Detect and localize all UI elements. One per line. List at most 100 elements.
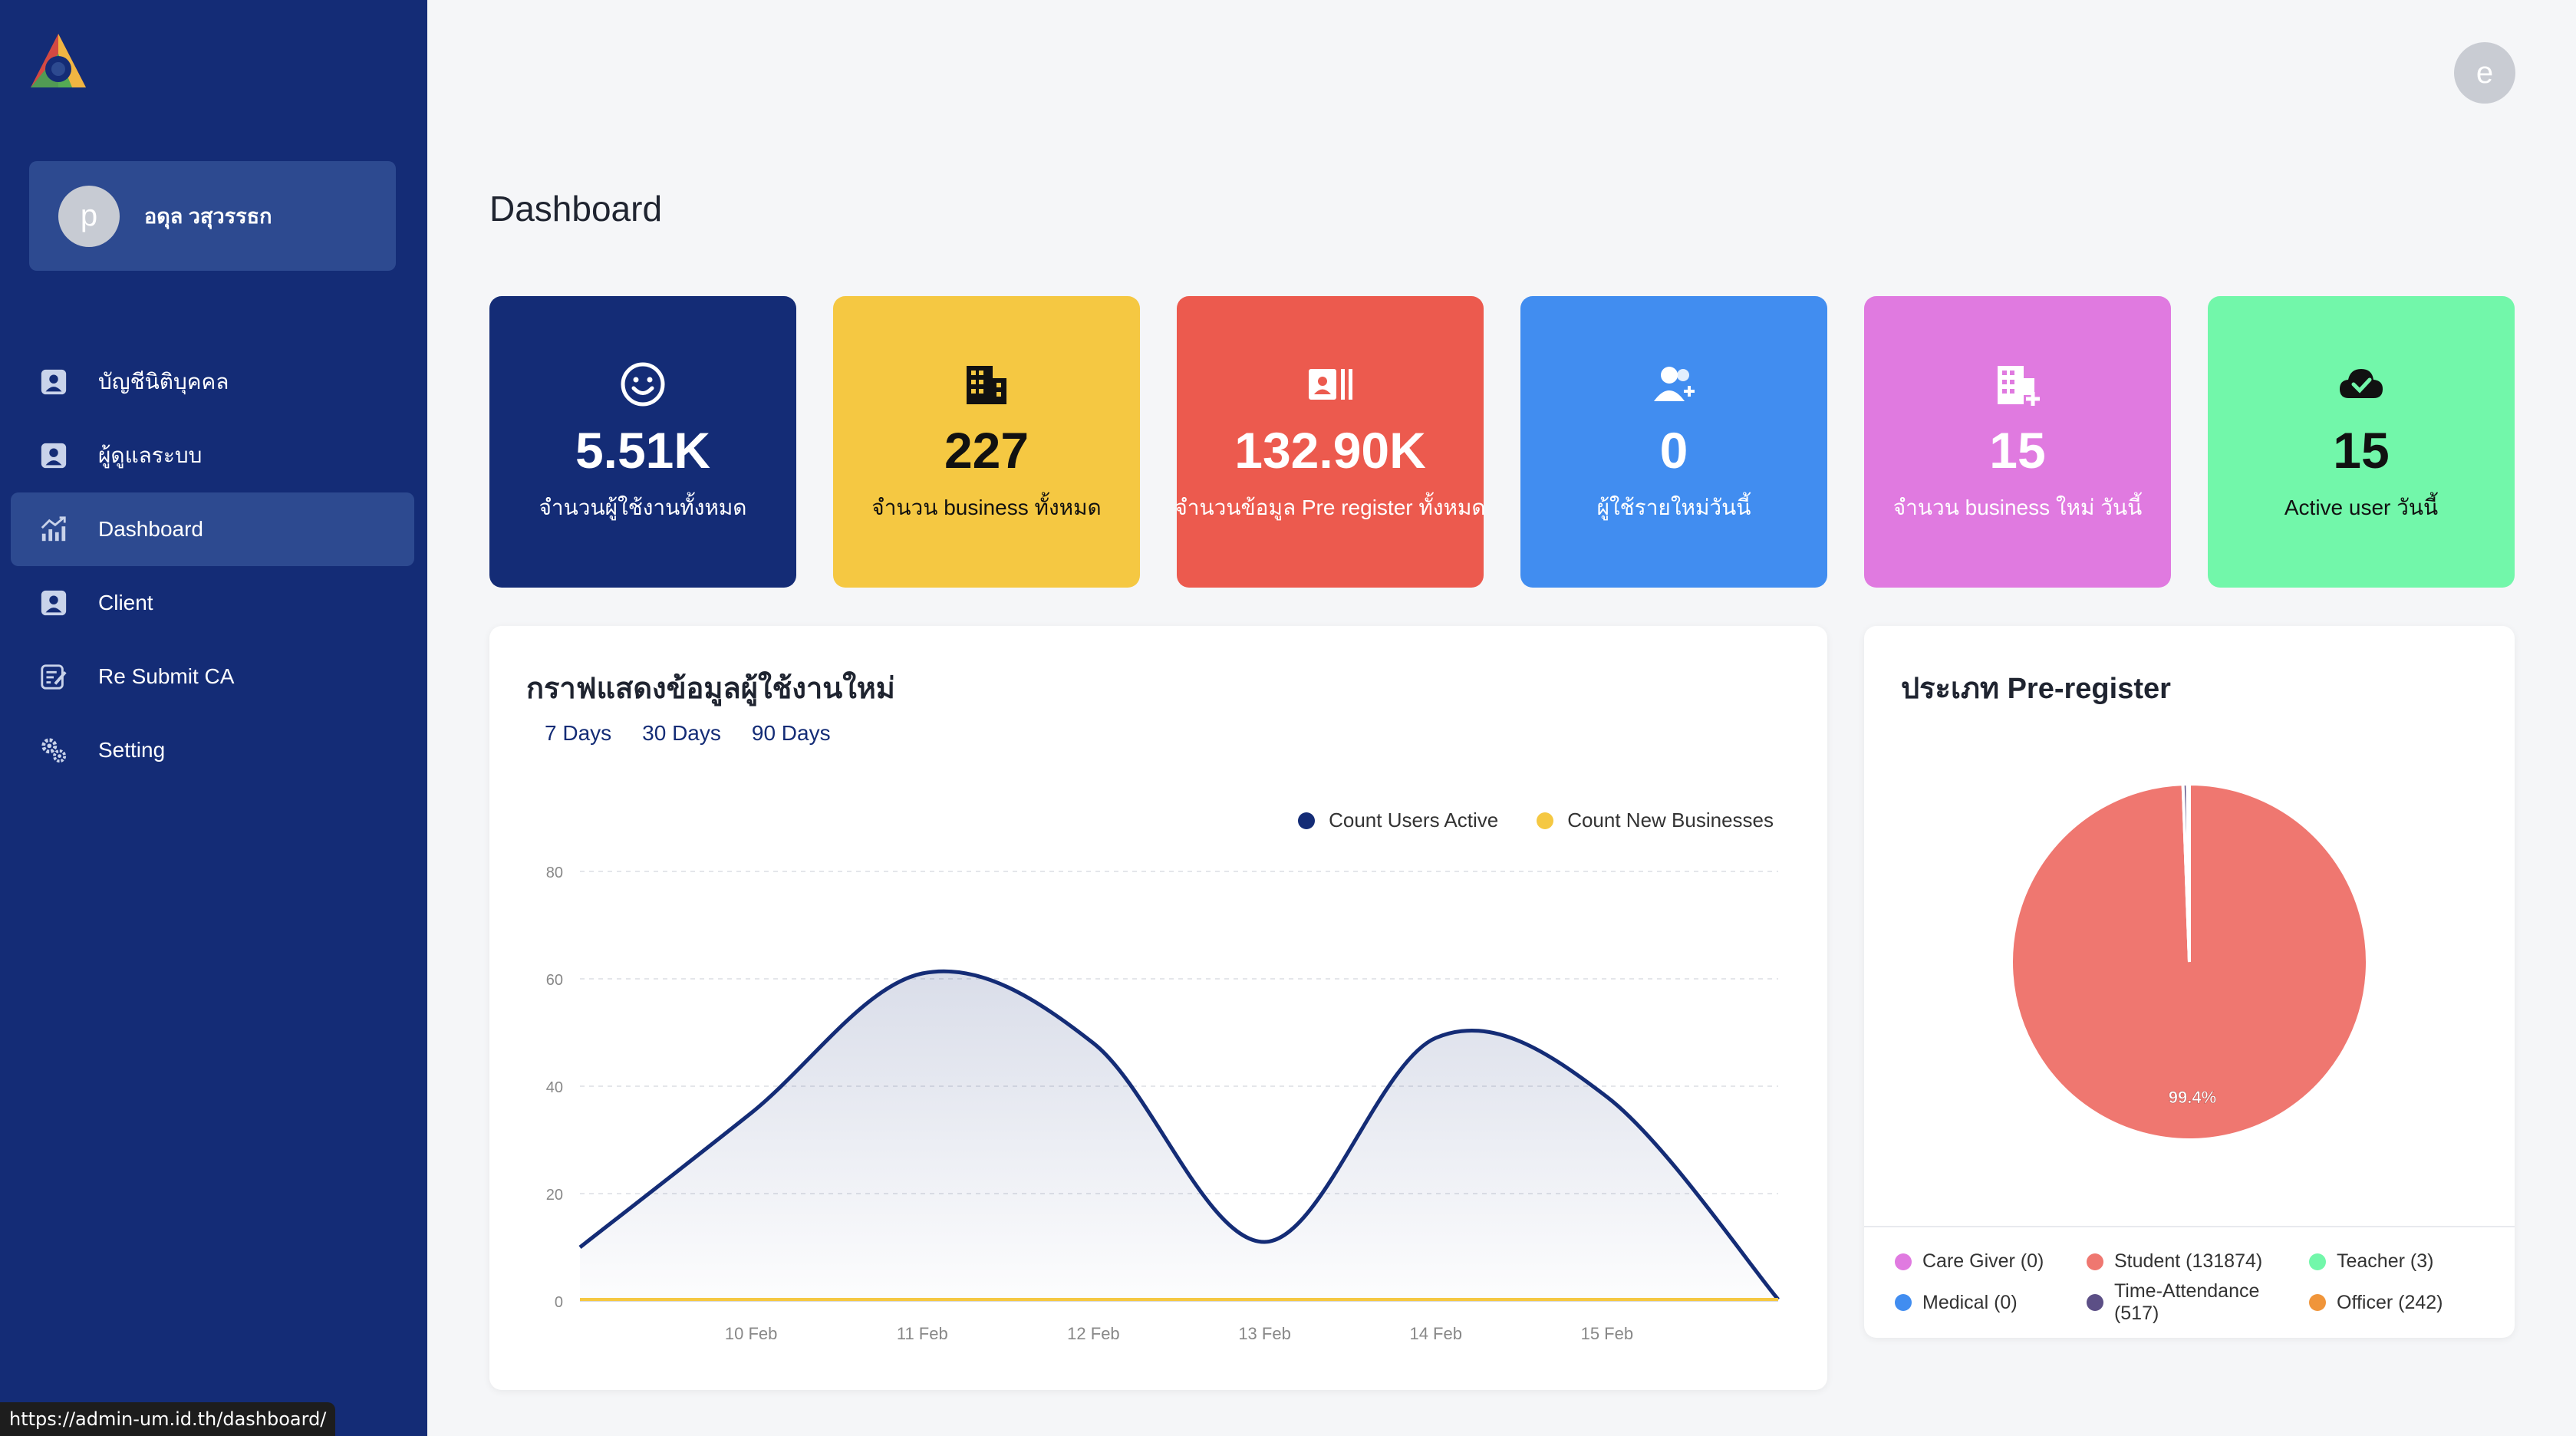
profile-name: อดุล วสุวรรธก: [144, 205, 272, 228]
pie-legend-item[interactable]: Officer (242): [2309, 1280, 2501, 1325]
user-plus-icon: [1647, 357, 1701, 411]
pie-legend: Care Giver (0) Student (131874) Teacher (3…: [1895, 1250, 2501, 1325]
status-bar-url: https://admin-um.id.th/dashboard/: [0, 1402, 336, 1436]
stat-label: ผู้ใช้รายใหม่วันนี้: [1596, 496, 1751, 519]
chart-growth-icon: [38, 514, 69, 545]
pie-chart: 99.4%: [2010, 782, 2369, 1141]
divider: [1864, 1226, 2515, 1227]
x-tick-label: 15 Feb: [1581, 1324, 1634, 1343]
gears-icon: [38, 735, 69, 766]
profile-card[interactable]: p อดุล วสุวรรธก: [29, 161, 396, 271]
legend-label: Medical (0): [1922, 1291, 2018, 1313]
pie-legend-item[interactable]: Time-Attendance (517): [2087, 1280, 2309, 1325]
stat-card-total-users[interactable]: 5.51K จำนวนผู้ใช้งานทั้งหมด: [489, 296, 796, 588]
pre-register-type-panel: 99.4% ประเภท Pre-register Care Giver (0)…: [1864, 626, 2515, 1338]
user-badge-icon: [38, 367, 69, 397]
stat-card-active-users-today[interactable]: 15 Active user วันนี้: [2208, 296, 2515, 588]
stat-card-pre-register[interactable]: 132.90K จำนวนข้อมูล Pre register ทั้งหมด: [1174, 296, 1486, 588]
stat-label: Active user วันนี้: [2284, 496, 2439, 519]
edit-form-icon: [38, 661, 69, 692]
legend-label: Care Giver (0): [1922, 1250, 2044, 1272]
pie-legend-item[interactable]: Medical (0): [1895, 1280, 2087, 1325]
y-tick-label: 20: [546, 1187, 563, 1204]
legend-label: Student (131874): [2114, 1250, 2263, 1272]
user-badge-icon: [38, 440, 69, 471]
range-tab-7-days[interactable]: 7 Days: [545, 721, 611, 746]
smile-icon: [616, 357, 670, 411]
legend-dot: [1895, 1253, 1912, 1270]
legend-label: Officer (242): [2337, 1291, 2443, 1313]
stat-value: 0: [1659, 422, 1688, 479]
stat-card-new-users-today[interactable]: 0 ผู้ใช้รายใหม่วันนี้: [1520, 296, 1827, 588]
stat-value: 15: [1989, 422, 2046, 479]
sidebar-item-label: Dashboard: [98, 517, 203, 541]
stat-label: จำนวน business ทั้งหมด: [871, 496, 1102, 519]
stat-label: จำนวนผู้ใช้งานทั้งหมด: [539, 496, 747, 519]
pie-legend-item[interactable]: Teacher (3): [2309, 1250, 2501, 1273]
range-tabs: 7 Days 30 Days 90 Days: [545, 721, 831, 746]
sidebar-item-setting[interactable]: Setting: [11, 713, 414, 787]
chart-title: กราฟแสดงข้อมูลผู้ใช้งานใหม่: [526, 673, 895, 705]
y-tick-label: 40: [546, 1079, 563, 1096]
building-plus-icon: [1991, 357, 2044, 411]
building-icon: [960, 357, 1013, 411]
stat-value: 227: [944, 422, 1029, 479]
pie-legend-item[interactable]: Student (131874): [2087, 1250, 2309, 1273]
legend-dot: [2309, 1253, 2326, 1270]
range-tab-90-days[interactable]: 90 Days: [752, 721, 831, 746]
legend-item-new-businesses[interactable]: Count New Businesses: [1537, 809, 1774, 832]
sidebar-item-client[interactable]: Client: [11, 566, 414, 640]
stat-value: 15: [2333, 422, 2390, 479]
stat-value: 5.51K: [575, 422, 711, 479]
sidebar-item-resubmit-ca[interactable]: Re Submit CA: [11, 640, 414, 713]
legend-label: Teacher (3): [2337, 1250, 2434, 1272]
x-tick-label: 14 Feb: [1409, 1324, 1462, 1343]
stat-label: จำนวน business ใหม่ วันนี้: [1892, 496, 2143, 519]
pie-title: ประเภท Pre-register: [1901, 673, 2171, 705]
legend-item-users-active[interactable]: Count Users Active: [1298, 809, 1498, 832]
stat-card-new-business-today[interactable]: 15 จำนวน business ใหม่ วันนี้: [1864, 296, 2171, 588]
stat-cards: 5.51K จำนวนผู้ใช้งานทั้งหมด 227 จำนวน bu…: [489, 296, 2515, 588]
stat-label: จำนวนข้อมูล Pre register ทั้งหมด: [1174, 496, 1486, 519]
x-tick-label: 11 Feb: [897, 1324, 948, 1343]
range-tab-30-days[interactable]: 30 Days: [642, 721, 721, 746]
sidebar-item-label: Client: [98, 591, 153, 614]
legend-label: Count Users Active: [1329, 809, 1499, 832]
stat-card-total-business[interactable]: 227 จำนวน business ทั้งหมด: [833, 296, 1140, 588]
x-tick-label: 10 Feb: [725, 1324, 778, 1343]
id-card-icon: [1303, 357, 1357, 411]
legend-dot: [2309, 1294, 2326, 1311]
legend-dot: [1895, 1294, 1912, 1311]
legend-label: Count New Businesses: [1567, 809, 1774, 832]
stat-value: 132.90K: [1234, 422, 1426, 479]
sidebar-item-admins[interactable]: ผู้ดูแลระบบ: [11, 419, 414, 492]
sidebar-item-label: Re Submit CA: [98, 664, 235, 688]
pie-slice[interactable]: [2186, 782, 2191, 963]
y-tick-label: 0: [555, 1294, 563, 1311]
sidebar-item-dashboard[interactable]: Dashboard: [11, 492, 414, 566]
avatar: p: [58, 185, 120, 247]
legend-label: Time-Attendance (517): [2113, 1280, 2260, 1324]
pie-legend-item[interactable]: Care Giver (0): [1895, 1250, 2087, 1273]
sidebar-item-label: ผู้ดูแลระบบ: [98, 443, 203, 467]
user-avatar-button[interactable]: e: [2454, 42, 2515, 104]
y-tick-label: 80: [546, 865, 563, 881]
cloud-check-icon: [2334, 357, 2388, 411]
chart-legend: Count Users Active Count New Businesses: [1298, 809, 1774, 832]
app-logo[interactable]: [26, 31, 91, 95]
legend-dot: [1298, 812, 1316, 829]
new-users-chart-panel: 0 20 40 60 80 10 Feb 11 Feb 12 Feb 13 Feb 14 Feb 1…: [489, 626, 1827, 1390]
legend-dot: [1537, 812, 1554, 829]
sidebar-menu: บัญชีนิติบุคคล ผู้ดูแลระบบ Dashboard Cli…: [11, 345, 414, 787]
sidebar: p อดุล วสุวรรธก บัญชีนิติบุคคล ผู้ดูแลระ…: [0, 0, 427, 1436]
x-tick-label: 12 Feb: [1067, 1324, 1120, 1343]
legend-dot: [2087, 1294, 2103, 1311]
x-tick-label: 13 Feb: [1238, 1324, 1291, 1343]
series-area: [580, 971, 1778, 1301]
sidebar-item-juristic-account[interactable]: บัญชีนิติบุคคล: [11, 345, 414, 419]
sidebar-item-label: Setting: [98, 738, 166, 762]
legend-dot: [2087, 1253, 2103, 1270]
pie-data-label: 99.4%: [2169, 1088, 2216, 1107]
sidebar-item-label: บัญชีนิติบุคคล: [98, 370, 229, 394]
user-badge-icon: [38, 588, 69, 618]
